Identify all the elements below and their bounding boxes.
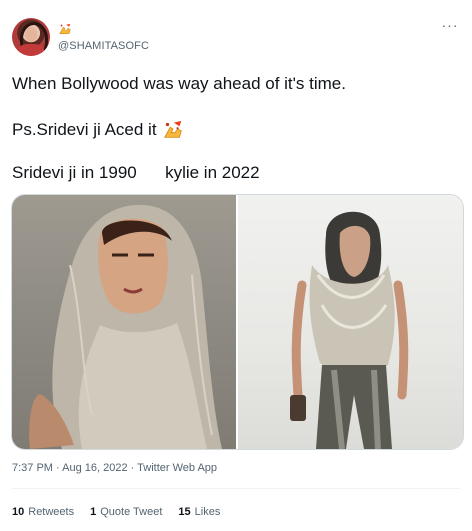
likes-label: Likes: [194, 506, 221, 518]
display-name[interactable]: [58, 22, 72, 36]
user-handle[interactable]: @SHAMITASOFC: [58, 40, 149, 52]
more-options-icon[interactable]: ···: [440, 18, 460, 34]
flexed-arm-sticker-icon: [163, 120, 182, 138]
likes-count: 15: [178, 506, 191, 518]
media-photo-1[interactable]: [12, 195, 236, 449]
retweets-label: Retweets: [28, 506, 75, 518]
divider: [12, 488, 460, 489]
retweets-stat[interactable]: 10 Retweets: [12, 506, 74, 518]
media-grid: [11, 194, 464, 450]
flexed-arm-sticker-icon: [59, 23, 71, 34]
avatar-face: [25, 27, 37, 42]
tweet-header: @SHAMITASOFC ···: [12, 18, 460, 58]
tweet-text-line-2-text: Ps.Sridevi ji Aced it: [12, 120, 157, 139]
tweet-timestamp[interactable]: 7:37 PM · Aug 16, 2022 · Twitter Web App: [12, 462, 217, 474]
quote-tweets-label: Quote Tweet: [100, 506, 163, 518]
tweet-text-line-3: Sridevi ji in 1990 kylie in 2022: [12, 163, 260, 182]
tweet-text-line-2: Ps.Sridevi ji Aced it: [12, 119, 184, 141]
quote-tweets-count: 1: [90, 506, 97, 518]
tweet-card: @SHAMITASOFC ··· When Bollywood was way …: [0, 0, 472, 531]
avatar-top: [18, 44, 44, 56]
photo-illustration: [290, 211, 409, 449]
tweet-stats: 10 Retweets 1 Quote Tweet 15 Likes: [12, 506, 220, 518]
tweet-text-line-1: When Bollywood was way ahead of it's tim…: [12, 74, 346, 93]
photo-illustration: [29, 204, 223, 449]
retweets-count: 10: [12, 506, 25, 518]
likes-stat[interactable]: 15 Likes: [178, 506, 220, 518]
quote-tweets-stat[interactable]: 1 Quote Tweet: [90, 506, 162, 518]
avatar[interactable]: [12, 18, 50, 56]
media-photo-2[interactable]: [238, 195, 463, 449]
